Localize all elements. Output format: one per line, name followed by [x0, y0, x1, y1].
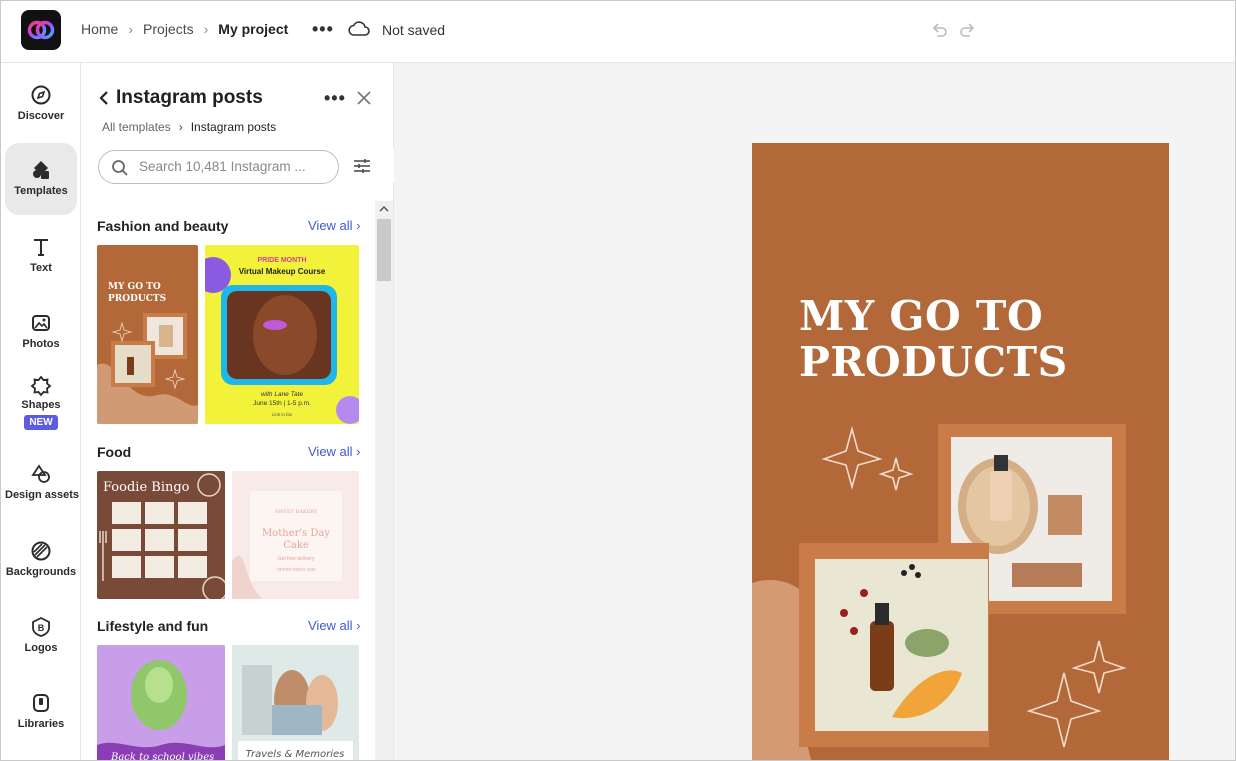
rail-item-backgrounds[interactable]: Backgrounds — [5, 527, 77, 599]
thumb-host: with Lane Tate — [261, 391, 303, 398]
more-options-button[interactable]: ••• — [312, 19, 334, 40]
template-thumb-life-2[interactable]: Travels & Memories — [232, 645, 359, 760]
thumb-title-line1: MY GO TO — [108, 282, 161, 292]
scrollbar-thumb[interactable] — [377, 219, 391, 281]
rail-item-label: Shapes — [21, 399, 61, 411]
logo-icon: B — [32, 616, 50, 637]
artboard[interactable]: MY GO TO PRODUCTS — [752, 143, 1169, 760]
template-thumb-food-2[interactable]: SWEET BAKERY Mother's Day Cake Get free … — [232, 471, 359, 599]
thumb-kicker: PRIDE MONTH — [258, 257, 307, 264]
canvas-area[interactable]: MY GO TO PRODUCTS — [394, 63, 1235, 760]
left-rail: Discover Templates Text Photos Shapes NE… — [1, 63, 81, 760]
rail-item-label: Backgrounds — [5, 566, 77, 578]
breadcrumb-home[interactable]: Home — [81, 21, 118, 37]
project-name[interactable]: My project — [218, 21, 288, 37]
thumb-caption: Back to school vibes — [110, 752, 214, 761]
rail-item-text[interactable]: Text — [5, 223, 77, 295]
panel-more-button[interactable]: ••• — [324, 88, 346, 109]
thumb-sub: Get free delivery — [278, 556, 315, 562]
section-title-fashion: Fashion and beauty — [97, 218, 229, 234]
artboard-title[interactable]: MY GO TO PRODUCTS — [799, 293, 1068, 385]
section-title-food: Food — [97, 444, 132, 460]
view-all-lifestyle-link[interactable]: View all › — [308, 618, 361, 633]
breadcrumb-projects[interactable]: Projects — [143, 21, 194, 37]
app-logo-icon[interactable] — [21, 10, 61, 50]
rail-item-label: Libraries — [17, 718, 65, 730]
artboard-title-line2: PRODUCTS — [799, 338, 1068, 386]
rail-item-label: Templates — [14, 185, 68, 197]
template-thumb-fashion-2[interactable]: PRIDE MONTH Virtual Makeup Course with L… — [205, 245, 359, 424]
crumb-current: Instagram posts — [190, 120, 277, 134]
panel-title: Instagram posts — [116, 87, 263, 108]
thumb-link: Link in bio — [272, 412, 293, 417]
rail-item-label: Design assets — [5, 489, 79, 501]
chevron-right-icon: › — [203, 21, 209, 37]
rail-item-label: Text — [30, 262, 52, 274]
back-chevron-icon[interactable] — [98, 90, 110, 111]
top-bar: Home › Projects › My project ••• Not sav… — [1, 1, 1235, 63]
chevron-right-icon: › — [128, 21, 134, 37]
thumb-caption: Travels & Memories — [246, 749, 345, 760]
view-all-label: View all — [308, 444, 353, 459]
view-all-label: View all — [308, 618, 353, 633]
chevron-right-icon: › — [178, 120, 183, 134]
save-status: Not saved — [382, 22, 446, 38]
view-all-food-link[interactable]: View all › — [308, 444, 361, 459]
rail-item-label: Discover — [17, 110, 65, 122]
thumb-title-line1: Mother's Day — [262, 528, 330, 539]
panel-breadcrumb: All templates › Instagram posts — [102, 120, 276, 134]
compass-icon — [31, 85, 51, 105]
rail-item-photos[interactable]: Photos — [5, 299, 77, 371]
redo-icon[interactable] — [958, 21, 976, 44]
crumb-all-templates[interactable]: All templates — [102, 120, 171, 134]
thumb-kicker: SWEET BAKERY — [275, 509, 318, 515]
rail-item-design-assets[interactable]: Design assets — [5, 451, 79, 523]
design-assets-icon — [31, 464, 50, 483]
thumb-title: Foodie Bingo — [103, 480, 190, 495]
rail-item-templates[interactable]: Templates — [5, 143, 77, 215]
templates-icon — [33, 161, 49, 179]
photo-icon — [32, 315, 50, 331]
artboard-title-line1: MY GO TO — [799, 292, 1044, 340]
rail-item-discover[interactable]: Discover — [5, 71, 77, 143]
thumb-promo: OFFER ENDS 4/30 — [276, 567, 316, 572]
templates-panel: Instagram posts ••• All templates › Inst… — [81, 63, 394, 761]
rail-item-logos[interactable]: B Logos — [5, 603, 77, 675]
thumb-title-line2: Cake — [283, 540, 309, 551]
thumb-title: Virtual Makeup Course — [239, 267, 326, 276]
backgrounds-icon — [31, 541, 51, 561]
thumb-title-line2: PRODUCTS — [108, 294, 166, 304]
view-all-label: View all — [308, 218, 353, 233]
template-thumb-food-1[interactable]: Foodie Bingo — [97, 471, 225, 599]
template-thumb-fashion-1[interactable]: MY GO TO PRODUCTS — [97, 245, 198, 424]
search-icon — [112, 160, 128, 176]
thumb-date: June 15th | 1-5 p.m. — [253, 400, 311, 407]
shapes-icon — [30, 375, 52, 397]
new-badge: NEW — [24, 415, 58, 430]
rail-item-libraries[interactable]: Libraries — [5, 679, 77, 751]
text-icon — [34, 239, 48, 256]
view-all-fashion-link[interactable]: View all › — [308, 218, 361, 233]
scroll-up-icon[interactable] — [379, 205, 389, 213]
app-window: Home › Projects › My project ••• Not sav… — [0, 0, 1236, 761]
close-icon[interactable] — [357, 91, 371, 110]
search-input[interactable] — [139, 151, 335, 182]
template-thumb-life-1[interactable]: Back to school vibes — [97, 645, 225, 761]
rail-item-label: Photos — [22, 338, 60, 350]
search-box[interactable] — [98, 150, 339, 184]
rail-item-label: Logos — [24, 642, 58, 654]
svg-text:B: B — [38, 623, 45, 633]
section-title-lifestyle: Lifestyle and fun — [97, 618, 209, 634]
breadcrumb: Home › Projects › My project — [81, 21, 288, 37]
filter-icon[interactable] — [353, 158, 371, 179]
panel-scrollbar[interactable] — [375, 201, 393, 760]
cloud-icon — [347, 20, 371, 43]
libraries-icon — [33, 694, 49, 712]
rail-item-shapes[interactable]: Shapes NEW — [5, 365, 77, 443]
undo-icon[interactable] — [931, 21, 949, 44]
